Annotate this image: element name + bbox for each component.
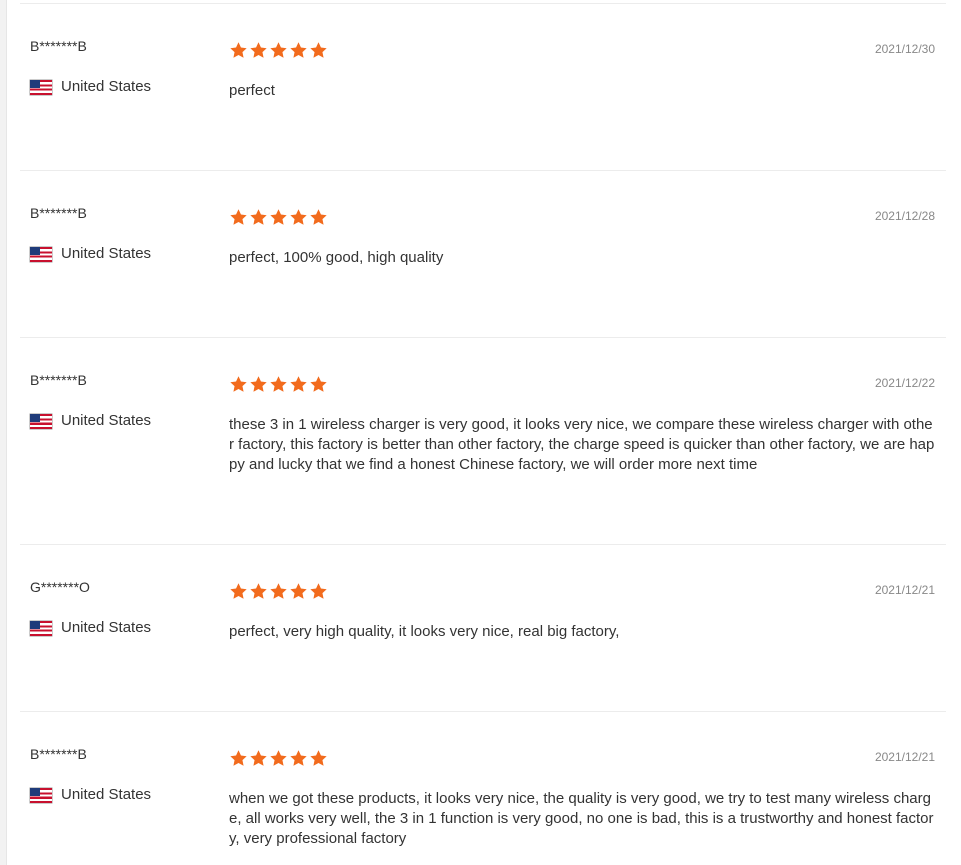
star-icon — [269, 582, 288, 601]
review-list: B*******B United States perfect 2021/12/… — [20, 0, 946, 865]
reviewer-info: B*******B United States — [30, 746, 220, 804]
review-text: perfect, very high quality, it looks ver… — [229, 623, 620, 640]
star-icon — [289, 582, 308, 601]
star-icon — [309, 208, 328, 227]
review-item: B*******B United States when we got thes… — [20, 712, 946, 865]
star-icon — [289, 375, 308, 394]
star-icon — [249, 208, 268, 227]
star-icon — [309, 41, 328, 60]
reviewer-country: United States — [30, 786, 220, 804]
star-icon — [249, 749, 268, 768]
star-icon — [269, 749, 288, 768]
country-label: United States — [61, 412, 152, 429]
reviewer-info: G*******O United States — [30, 579, 220, 637]
review-content: perfect, very high quality, it looks ver… — [229, 582, 937, 642]
country-label: United States — [61, 245, 152, 262]
star-icon — [309, 749, 328, 768]
review-content: these 3 in 1 wireless charger is very go… — [229, 375, 937, 475]
reviewer-country: United States — [30, 619, 220, 637]
review-date: 2021/12/22 — [874, 376, 935, 390]
reviewer-name: B*******B — [30, 38, 87, 54]
review-content: perfect — [229, 41, 937, 101]
star-icon — [229, 749, 248, 768]
star-icon — [269, 375, 288, 394]
star-icon — [309, 582, 328, 601]
review-item: B*******B United States perfect, 100% go… — [20, 171, 946, 338]
review-text: when we got these products, it looks ver… — [229, 790, 934, 847]
reviewer-name: B*******B — [30, 746, 87, 762]
star-icon — [269, 208, 288, 227]
star-icon — [309, 375, 328, 394]
star-icon — [229, 41, 248, 60]
country-label: United States — [61, 786, 152, 803]
reviewer-country: United States — [30, 78, 220, 96]
star-rating — [229, 749, 937, 769]
review-date: 2021/12/28 — [874, 209, 935, 223]
review-content: perfect, 100% good, high quality — [229, 208, 937, 268]
reviewer-info: B*******B United States — [30, 372, 220, 430]
star-icon — [229, 582, 248, 601]
review-item: G*******O United States perfect, very hi… — [20, 545, 946, 712]
star-icon — [289, 749, 308, 768]
country-label: United States — [61, 619, 152, 636]
us-flag-icon — [30, 246, 52, 262]
star-rating — [229, 208, 937, 228]
reviewer-name: G*******O — [30, 579, 90, 595]
star-icon — [249, 375, 268, 394]
star-rating — [229, 582, 937, 602]
star-icon — [269, 41, 288, 60]
review-content: when we got these products, it looks ver… — [229, 749, 937, 849]
country-label: United States — [61, 78, 152, 95]
us-flag-icon — [30, 787, 52, 803]
reviewer-info: B*******B United States — [30, 38, 220, 96]
star-rating — [229, 375, 937, 395]
star-icon — [229, 208, 248, 227]
us-flag-icon — [30, 620, 52, 636]
left-edge-border — [0, 0, 7, 865]
star-icon — [249, 582, 268, 601]
review-date: 2021/12/21 — [874, 750, 935, 764]
reviewer-info: B*******B United States — [30, 205, 220, 263]
review-page: B*******B United States perfect 2021/12/… — [0, 0, 961, 865]
review-item: B*******B United States perfect 2021/12/… — [20, 4, 946, 171]
reviewer-country: United States — [30, 245, 220, 263]
us-flag-icon — [30, 413, 52, 429]
star-icon — [249, 41, 268, 60]
star-icon — [229, 375, 248, 394]
reviewer-name: B*******B — [30, 205, 87, 221]
reviewer-country: United States — [30, 412, 220, 430]
review-item: B*******B United States these 3 in 1 wir… — [20, 338, 946, 545]
reviewer-name: B*******B — [30, 372, 87, 388]
star-rating — [229, 41, 937, 61]
review-text: these 3 in 1 wireless charger is very go… — [229, 416, 935, 473]
star-icon — [289, 208, 308, 227]
star-icon — [289, 41, 308, 60]
review-date: 2021/12/21 — [874, 583, 935, 597]
review-date: 2021/12/30 — [874, 42, 935, 56]
review-text: perfect, 100% good, high quality — [229, 249, 444, 266]
us-flag-icon — [30, 79, 52, 95]
review-text: perfect — [229, 82, 275, 99]
